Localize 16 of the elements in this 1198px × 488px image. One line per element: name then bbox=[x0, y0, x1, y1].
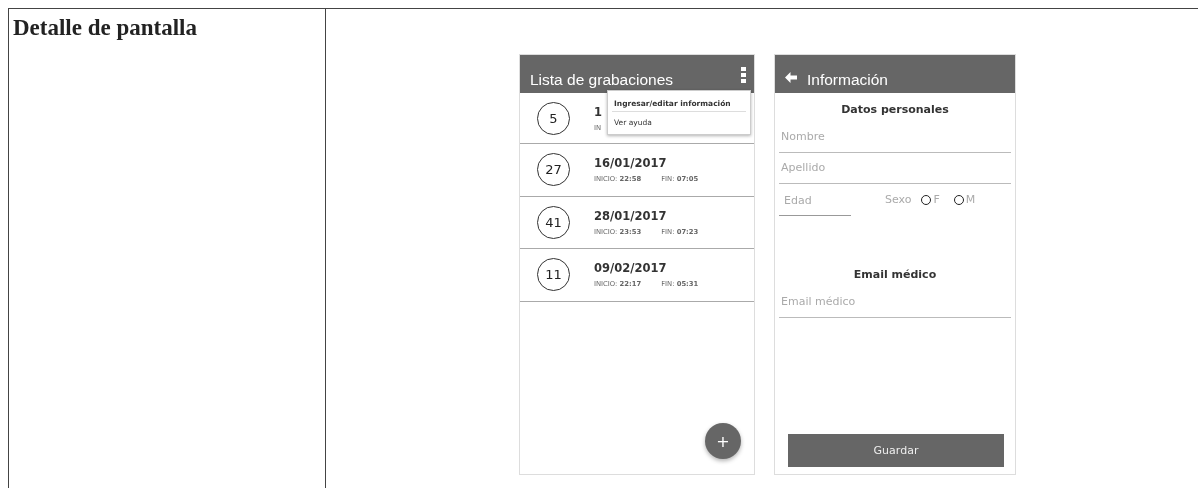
more-vertical-icon[interactable] bbox=[741, 67, 746, 83]
screen-title: Información bbox=[807, 71, 888, 89]
radio-icon[interactable] bbox=[921, 194, 932, 205]
add-button[interactable]: + bbox=[705, 423, 741, 459]
recording-date: 1 bbox=[594, 104, 602, 119]
section-heading: Email médico bbox=[853, 268, 937, 281]
back-arrow-icon[interactable] bbox=[785, 72, 797, 83]
screen-title: Lista de grabaciones bbox=[530, 71, 674, 89]
column-heading: Detalle de pantalla bbox=[13, 15, 197, 40]
section-heading: Datos personales bbox=[841, 103, 949, 116]
recording-date: 09/02/2017 bbox=[594, 261, 668, 276]
radio-icon[interactable] bbox=[953, 194, 964, 205]
save-button[interactable]: Guardar bbox=[788, 434, 1004, 467]
field-label: Sexo bbox=[885, 193, 912, 208]
recording-date: 16/01/2017 bbox=[594, 156, 668, 171]
recording-date: 28/01/2017 bbox=[594, 208, 668, 223]
